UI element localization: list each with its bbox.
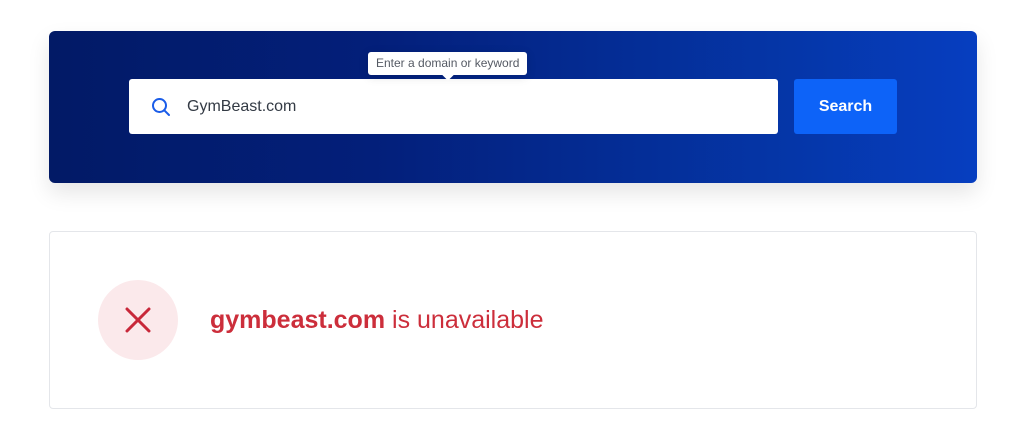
result-message: gymbeast.com is unavailable	[210, 304, 544, 336]
result-domain: gymbeast.com	[210, 306, 386, 334]
search-box[interactable]	[129, 79, 778, 134]
close-icon	[125, 307, 151, 333]
search-tooltip: Enter a domain or keyword	[368, 52, 528, 81]
result-status-text: is unavailable	[385, 306, 544, 334]
search-icon	[152, 98, 170, 116]
search-tooltip-text: Enter a domain or keyword	[376, 56, 520, 70]
unavailable-status-badge	[98, 280, 178, 360]
search-button[interactable]: Search	[794, 79, 897, 134]
search-input[interactable]	[187, 79, 762, 134]
result-card: gymbeast.com is unavailable	[49, 231, 977, 409]
